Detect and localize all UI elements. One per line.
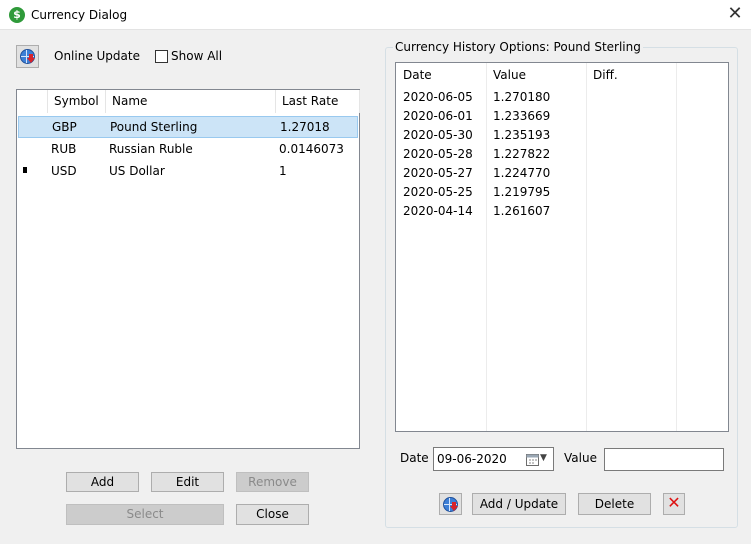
header-last-rate[interactable]: Last Rate <box>276 90 360 113</box>
list-item[interactable]: 2020-05-30 1.235193 <box>396 126 726 145</box>
delete-x-icon[interactable]: ✕ <box>663 493 685 515</box>
history-value: 1.261607 <box>493 204 551 218</box>
window-close-button[interactable]: ✕ <box>724 3 746 25</box>
history-date: 2020-06-05 <box>403 90 473 104</box>
select-button[interactable]: Select <box>66 504 224 525</box>
history-group-title: Currency History Options: Pound Sterling <box>393 40 643 54</box>
history-value: 1.224770 <box>493 166 551 180</box>
currency-rate: 1 <box>279 164 287 178</box>
history-value: 1.235193 <box>493 128 551 142</box>
table-row[interactable]: USD US Dollar 1 <box>18 160 358 182</box>
history-header-date[interactable]: Date <box>403 68 432 82</box>
value-label: Value <box>564 451 597 465</box>
show-all-label: Show All <box>171 49 223 63</box>
history-header-diff[interactable]: Diff. <box>593 68 618 82</box>
history-list[interactable]: Date Value Diff. 2020-06-05 1.270180 202… <box>395 62 729 432</box>
close-button[interactable]: Close <box>236 504 309 525</box>
currency-symbol: USD <box>51 164 77 178</box>
show-all-checkbox[interactable] <box>155 50 168 63</box>
currency-list[interactable]: Symbol Name Last Rate GBP Pound Sterling… <box>16 89 360 449</box>
add-update-button[interactable]: Add / Update <box>472 493 566 515</box>
add-button[interactable]: Add <box>66 472 139 492</box>
history-date: 2020-04-14 <box>403 204 473 218</box>
header-name[interactable]: Name <box>106 90 276 113</box>
list-item[interactable]: 2020-04-14 1.261607 <box>396 202 726 221</box>
delete-button[interactable]: Delete <box>578 493 651 515</box>
history-online-update-button[interactable] <box>439 493 462 515</box>
base-currency-marker-icon <box>23 167 27 173</box>
history-date: 2020-05-28 <box>403 147 473 161</box>
title-bar: $ Currency Dialog ✕ <box>0 0 751 30</box>
date-label: Date <box>400 451 429 465</box>
chevron-down-icon[interactable]: ▼ <box>540 453 547 463</box>
window-title: Currency Dialog <box>31 8 128 22</box>
online-update-button[interactable] <box>16 45 39 68</box>
currency-symbol: GBP <box>52 120 77 134</box>
history-value: 1.227822 <box>493 147 551 161</box>
list-item[interactable]: 2020-05-27 1.224770 <box>396 164 726 183</box>
history-date: 2020-06-01 <box>403 109 473 123</box>
date-value: 09-06-2020 <box>437 452 507 466</box>
currency-name: US Dollar <box>109 164 165 178</box>
history-date: 2020-05-27 <box>403 166 473 180</box>
list-item[interactable]: 2020-05-28 1.227822 <box>396 145 726 164</box>
header-symbol[interactable]: Symbol <box>48 90 106 113</box>
table-row[interactable]: GBP Pound Sterling 1.27018 <box>18 116 358 138</box>
currency-name: Pound Sterling <box>110 120 198 134</box>
currency-rate: 1.27018 <box>280 120 330 134</box>
online-update-label: Online Update <box>54 49 140 63</box>
edit-button[interactable]: Edit <box>151 472 224 492</box>
dollar-icon: $ <box>9 7 25 23</box>
history-date: 2020-05-25 <box>403 185 473 199</box>
remove-button[interactable]: Remove <box>236 472 309 492</box>
currency-name: Russian Ruble <box>109 142 193 156</box>
history-header-value[interactable]: Value <box>493 68 526 82</box>
currency-rate: 0.0146073 <box>279 142 344 156</box>
history-value: 1.270180 <box>493 90 551 104</box>
history-value: 1.219795 <box>493 185 551 199</box>
currency-symbol: RUB <box>51 142 77 156</box>
value-input[interactable] <box>604 448 724 471</box>
date-picker[interactable]: 09-06-2020 ▼ <box>433 447 554 471</box>
download-arrow-icon <box>27 54 35 63</box>
history-date: 2020-05-30 <box>403 128 473 142</box>
calendar-icon[interactable] <box>526 453 539 466</box>
header-marker-column <box>17 90 48 113</box>
download-arrow-icon <box>450 502 458 511</box>
table-row[interactable]: RUB Russian Ruble 0.0146073 <box>18 138 358 160</box>
list-item[interactable]: 2020-06-05 1.270180 <box>396 88 726 107</box>
history-value: 1.233669 <box>493 109 551 123</box>
list-item[interactable]: 2020-05-25 1.219795 <box>396 183 726 202</box>
list-item[interactable]: 2020-06-01 1.233669 <box>396 107 726 126</box>
